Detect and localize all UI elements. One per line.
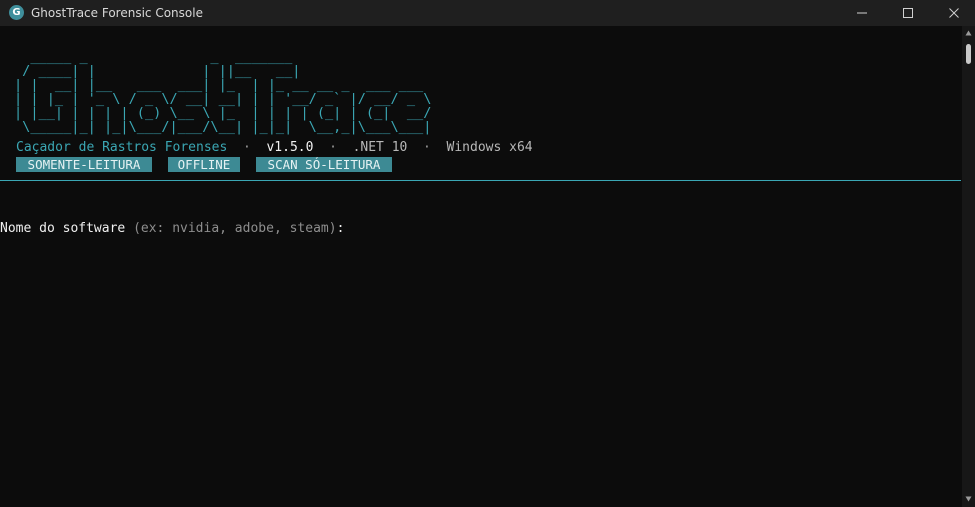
close-icon — [949, 8, 959, 18]
info-line: Caçador de Rastros Forenses · v1.5.0 · .… — [16, 140, 533, 156]
vertical-scrollbar[interactable] — [962, 26, 975, 507]
maximize-icon — [903, 8, 913, 18]
minimize-icon — [857, 12, 867, 14]
console-area[interactable]: _____ _ _ _______ / ____| | | ||__ __| |… — [0, 26, 962, 507]
app-icon: G — [9, 5, 24, 20]
scroll-up-arrow-icon[interactable] — [965, 30, 972, 36]
software-name-prompt[interactable]: Nome do software (ex: nvidia, adobe, ste… — [0, 221, 352, 237]
platform: Windows x64 — [446, 140, 533, 155]
prompt-label: Nome do software — [0, 221, 126, 236]
prompt-hint: (ex: nvidia, adobe, steam) — [133, 221, 337, 236]
version: v1.5.0 — [266, 140, 314, 155]
title-bar[interactable]: G GhostTrace Forensic Console — [0, 0, 975, 26]
scrollbar-thumb[interactable] — [966, 44, 971, 64]
runtime: .NET 10 — [352, 140, 408, 155]
tagline: Caçador de Rastros Forenses — [16, 140, 228, 155]
status-badge: SCAN SÓ-LEITURA — [256, 157, 392, 172]
separator: · — [329, 140, 337, 155]
status-badge: OFFLINE — [168, 157, 240, 172]
scroll-down-arrow-icon[interactable] — [965, 496, 972, 502]
status-badge: SOMENTE-LEITURA — [16, 157, 152, 172]
close-button[interactable] — [931, 0, 975, 26]
window-title: GhostTrace Forensic Console — [31, 6, 203, 20]
ascii-logo: _____ _ _ _______ / ____| | | ||__ __| |… — [14, 49, 432, 135]
console-window: G GhostTrace Forensic Console _____ _ _ … — [0, 0, 975, 507]
minimize-button[interactable] — [839, 0, 885, 26]
divider — [0, 180, 961, 181]
maximize-button[interactable] — [885, 0, 931, 26]
prompt-colon: : — [336, 221, 345, 236]
separator: · — [242, 140, 251, 155]
separator: · — [423, 140, 431, 155]
